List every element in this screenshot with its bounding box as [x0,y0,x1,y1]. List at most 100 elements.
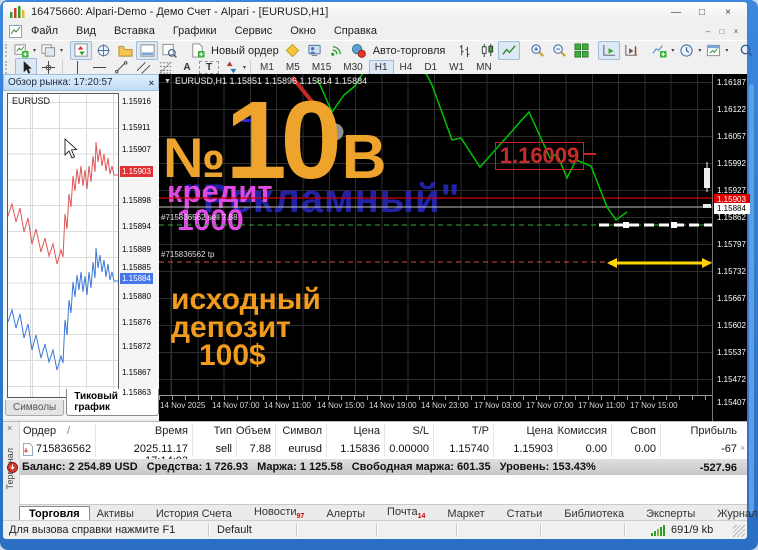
tab-alerts[interactable]: Алерты [319,507,372,521]
tab-trade[interactable]: Торговля [19,506,90,521]
menu-file[interactable]: Файл [22,23,67,39]
yellow-arrow-right [702,258,712,268]
search-button[interactable] [735,41,757,60]
menu-insert[interactable]: Вставка [105,23,164,39]
annotation-letter: В [341,122,387,192]
zoom-in-button[interactable] [526,41,548,60]
templates-button[interactable] [702,41,724,60]
chart-collapse-icon[interactable]: ▼ [164,78,171,85]
timeframe-h4[interactable]: H4 [394,60,419,75]
tab-experts[interactable]: Эксперты [639,507,702,521]
signals-button[interactable] [326,41,348,60]
toolbar-grip[interactable] [5,44,7,57]
annotation-price-box: 1.16009 [495,142,584,170]
menu-window[interactable]: Окно [281,23,325,39]
timeframe-d1[interactable]: D1 [418,60,443,75]
terminal-close-icon[interactable]: × [7,423,12,433]
bar-chart-button[interactable] [454,41,476,60]
autotrading-label[interactable]: Авто-торговля [373,45,446,57]
timeframe-mn[interactable]: MN [470,60,498,75]
timeframe-h1[interactable]: H1 [368,60,394,75]
tab-symbols[interactable]: Символы [5,400,65,416]
new-order-label[interactable]: Новый ордер [211,45,279,57]
candlestick-chart-button[interactable] [476,41,498,60]
column-order[interactable]: Ордер [23,425,56,437]
close-button[interactable]: × [715,5,741,20]
tab-articles[interactable]: Статьи [500,507,550,521]
margin-value: Маржа: 1 125.58 [257,461,343,473]
auto-scroll-button[interactable] [598,41,621,60]
column-time[interactable]: Время [88,425,188,437]
time-axis-label: 14 Nov 07:00 [212,401,260,410]
dropdown-arrow-icon[interactable]: ▾ [60,47,63,54]
publish-button[interactable] [304,41,326,60]
maximize-button[interactable]: □ [689,5,715,20]
tick-price-label: 1.15898 [122,196,151,205]
tab-market[interactable]: Маркет [440,507,491,521]
status-traffic: 691/9 kb [671,524,714,536]
tab-assets[interactable]: Активы [90,507,141,521]
connection-bars-icon [651,525,665,536]
dropdown-arrow-icon[interactable]: ▾ [698,47,701,54]
timeframe-m30[interactable]: M30 [337,60,368,75]
column-symbol[interactable]: Символ [275,425,322,437]
price-chart[interactable]: ▼ EURUSD,H1 1.15851 1.15896 1.15814 1.15… [159,74,712,421]
free-margin-value: Свободная маржа: 601.35 [351,461,491,473]
close-order-icon[interactable]: × [740,443,745,453]
dropdown-arrow-icon[interactable]: ▾ [33,47,36,54]
menu-view[interactable]: Вид [67,23,105,39]
tick-price-label: 1.15876 [122,318,151,327]
zoom-out-button[interactable] [548,41,570,60]
minimize-button[interactable]: — [663,5,689,20]
tile-windows-button[interactable] [570,41,592,60]
titlebar[interactable]: 16475660: Alpari-Demo - Демо Счет - Alpa… [3,2,747,23]
periods-button[interactable] [675,41,697,60]
autotrading-button[interactable] [348,41,370,60]
indicators-button[interactable] [648,41,670,60]
tab-library[interactable]: Библиотека [557,507,631,521]
chart-menu-icon[interactable] [9,24,22,38]
timeframe-w1[interactable]: W1 [443,60,470,75]
menu-tools[interactable]: Сервис [226,23,282,39]
dropdown-arrow-icon[interactable]: ▾ [243,64,246,71]
market-watch-close-icon[interactable]: × [149,78,154,88]
timeframe-m1[interactable]: M1 [254,60,280,75]
child-minimize-button[interactable]: – [701,25,715,37]
market-watch-header[interactable]: Обзор рынка: 17:20:57 × [3,74,159,91]
child-restore-button[interactable]: □ [715,25,729,37]
order-id[interactable]: 715836562 [36,443,91,455]
line-chart-button[interactable] [498,41,521,60]
column-swap[interactable]: Своп [606,425,656,437]
toolbar-grip[interactable] [5,61,12,74]
column-commission[interactable]: Комиссия [547,425,607,437]
dropdown-arrow-icon[interactable]: ▾ [671,47,674,54]
column-price[interactable]: Цена [330,425,380,437]
menu-help[interactable]: Справка [325,23,386,39]
equity-value: Средства: 1 726.93 [146,461,249,473]
child-close-button[interactable]: × [729,25,743,37]
column-current-price[interactable]: Цена [503,425,553,437]
dropdown-arrow-icon[interactable]: ▾ [725,47,728,54]
price-scale[interactable]: 1.16187 1.16122 1.16057 1.15992 1.15927 … [712,74,750,421]
tab-journal[interactable]: Журнал [710,507,758,521]
column-sl[interactable]: S/L [379,425,429,437]
margin-level-value: Уровень: 153.43% [499,461,596,473]
annotation-deposit: исходный депозит 100$ [171,285,321,371]
column-profit[interactable]: Прибыль [667,425,737,437]
annotation-deposit-line2: депозит [171,311,291,344]
timeframe-m5[interactable]: M5 [280,60,306,75]
menubar: Файл Вид Вставка Графики Сервис Окно Спр… [3,22,747,40]
tab-account-history[interactable]: История Счета [149,507,239,521]
tick-price-label: 1.15889 [122,245,151,254]
column-volume[interactable]: Объем [227,425,271,437]
chart-shift-button[interactable] [620,41,642,60]
order-tp: 1.15740 [449,443,489,455]
tick-chart[interactable] [7,93,119,398]
column-tp[interactable]: T/P [439,425,489,437]
resize-grip[interactable] [733,525,745,537]
timeframe-m15[interactable]: M15 [306,60,337,75]
status-profile[interactable]: Default [217,524,252,536]
menu-charts[interactable]: Графики [164,23,226,39]
sort-indicator-icon[interactable]: / [67,425,70,437]
metaeditor-button[interactable] [282,41,304,60]
